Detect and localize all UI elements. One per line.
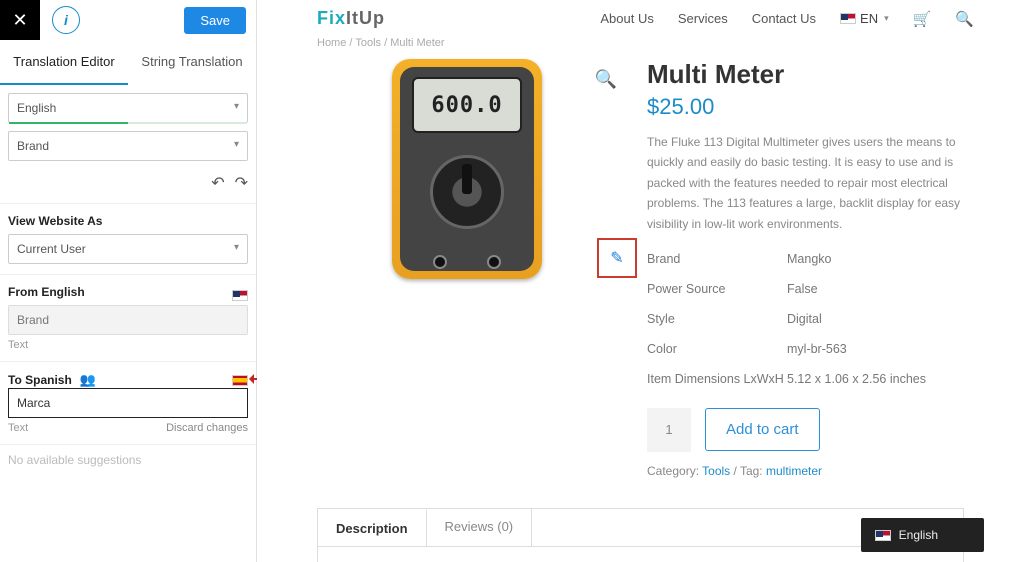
attr-key-power: Power Source <box>647 282 787 296</box>
site-logo[interactable]: FixItUp <box>317 8 385 29</box>
undo-redo-row: ↶ ↷ <box>0 169 256 204</box>
context-select[interactable]: Brand <box>8 131 248 161</box>
crumb-tools[interactable]: Tools <box>355 37 381 49</box>
attr-val-power: False <box>787 282 818 296</box>
sidebar-header: ✕ i Save <box>0 0 256 40</box>
flag-us-icon <box>875 530 891 541</box>
product-image-area: 🔍 600.0 <box>317 59 617 478</box>
sidebar-tabs: Translation Editor String Translation <box>0 40 256 85</box>
product-price: $25.00 <box>647 94 964 120</box>
view-as-label: View Website As <box>8 214 248 228</box>
discard-changes-link[interactable]: Discard changes <box>166 422 248 434</box>
close-button[interactable]: ✕ <box>0 0 40 40</box>
redo-icon[interactable]: ↷ <box>235 173 248 193</box>
website-preview: FixItUp About Us Services Contact Us EN … <box>257 0 1024 562</box>
attr-key-style: Style <box>647 312 787 326</box>
crumb-home[interactable]: Home <box>317 37 346 49</box>
floating-language-switcher[interactable]: English <box>861 518 984 552</box>
translation-type-label: Text <box>8 422 28 434</box>
collaborators-icon[interactable]: 👥 <box>80 372 96 388</box>
attr-val-color: myl-br-563 <box>787 342 847 356</box>
attr-key-brand: Brand <box>647 252 787 266</box>
meter-display: 600.0 <box>412 77 522 133</box>
translation-sidebar: ✕ i Save Translation Editor String Trans… <box>0 0 257 562</box>
flag-us-icon <box>232 290 248 301</box>
crumb-current: Multi Meter <box>390 37 444 49</box>
add-to-cart-button[interactable]: Add to cart <box>705 408 820 451</box>
search-icon[interactable]: 🔍 <box>955 10 974 28</box>
tag-link[interactable]: multimeter <box>766 464 822 478</box>
nav-services[interactable]: Services <box>678 11 728 26</box>
view-as-select[interactable]: Current User <box>8 234 248 264</box>
breadcrumb: Home / Tools / Multi Meter <box>257 37 1024 49</box>
tab-description[interactable]: Description <box>318 509 427 546</box>
source-text-field: Brand <box>8 305 248 335</box>
tab-translation-editor[interactable]: Translation Editor <box>0 40 128 85</box>
edit-translation-button[interactable]: ✎ <box>597 238 637 278</box>
attr-key-color: Color <box>647 342 787 356</box>
source-language-select[interactable]: English <box>8 93 248 123</box>
nav-contact[interactable]: Contact Us <box>752 11 816 26</box>
tab-string-translation[interactable]: String Translation <box>128 40 256 85</box>
meter-dial <box>430 155 504 229</box>
attr-val-style: Digital <box>787 312 822 326</box>
translation-input[interactable] <box>8 388 248 418</box>
to-language-label: To Spanish <box>8 373 72 387</box>
zoom-icon[interactable]: 🔍 <box>595 69 617 90</box>
save-button[interactable]: Save <box>184 7 246 34</box>
product-image[interactable]: 600.0 <box>377 59 557 279</box>
nav-about[interactable]: About Us <box>600 11 653 26</box>
nav-language-switcher[interactable]: EN <box>840 11 889 26</box>
attr-val-brand: Mangko <box>787 252 831 266</box>
tab-reviews[interactable]: Reviews (0) <box>427 509 533 546</box>
source-type-label: Text <box>8 339 28 351</box>
cart-icon[interactable]: 🛒 <box>913 10 932 28</box>
product-title: Multi Meter <box>647 59 964 90</box>
category-link[interactable]: Tools <box>702 464 730 478</box>
no-suggestions-text: No available suggestions <box>0 445 256 475</box>
undo-icon[interactable]: ↶ <box>211 173 224 193</box>
site-nav: FixItUp About Us Services Contact Us EN … <box>257 0 1024 37</box>
flag-us-icon <box>840 13 856 24</box>
attr-val-dim: 5.12 x 1.06 x 2.56 inches <box>787 372 926 386</box>
product-attributes: ✎ Brand Mangko Power SourceFalse StyleDi… <box>647 244 964 394</box>
info-button[interactable]: i <box>52 6 80 34</box>
product-description: The Fluke 113 Digital Multimeter gives u… <box>647 132 964 234</box>
from-language-label: From English <box>8 285 85 299</box>
product-meta: Category: Tools / Tag: multimeter <box>647 464 964 478</box>
quantity-input[interactable]: 1 <box>647 408 691 452</box>
attr-key-dim: Item Dimensions LxWxH <box>647 372 787 386</box>
pencil-icon: ✎ <box>610 248 623 268</box>
